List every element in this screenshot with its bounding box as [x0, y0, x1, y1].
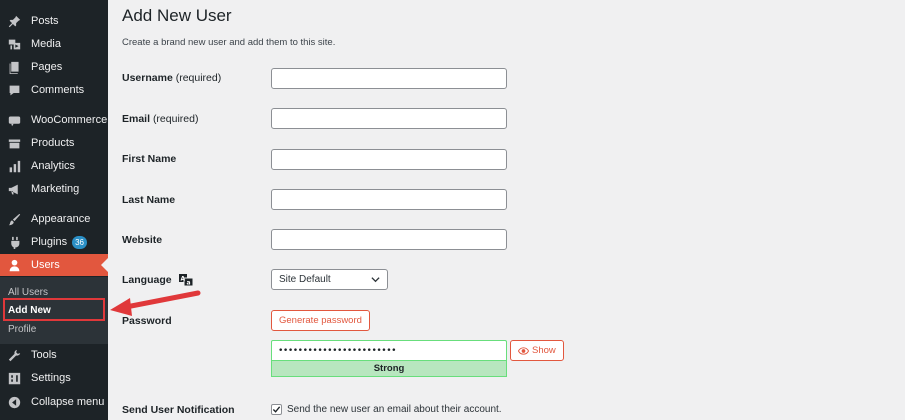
password-label: Password — [122, 315, 172, 327]
last-name-input[interactable] — [271, 189, 507, 210]
main-content: Add New User Create a brand new user and… — [108, 0, 905, 420]
first-name-input[interactable] — [271, 149, 507, 170]
notification-checkbox[interactable] — [271, 404, 282, 415]
sidebar-item-label: Analytics — [31, 160, 76, 172]
user-icon — [7, 258, 21, 272]
sidebar-item-label: Users — [31, 259, 60, 271]
sidebar-item-label: Media — [31, 38, 61, 50]
language-selected-value: Site Default — [279, 274, 331, 285]
sidebar-item-tools[interactable]: Tools — [0, 344, 108, 366]
page-description: Create a brand new user and add them to … — [122, 37, 336, 48]
page-title: Add New User — [122, 6, 232, 25]
plugin-icon — [7, 235, 21, 249]
megaphone-icon — [7, 182, 21, 196]
username-label: Username (required) — [122, 72, 221, 84]
sidebar-item-appearance[interactable]: Appearance — [0, 208, 108, 230]
sidebar-item-label: Appearance — [31, 213, 91, 225]
sidebar-item-label: Pages — [31, 61, 63, 73]
password-strength-indicator: Strong — [271, 360, 507, 377]
sidebar-item-posts[interactable]: Posts — [0, 10, 108, 32]
sidebar-item-products[interactable]: Products — [0, 132, 108, 154]
plugin-update-badge: 36 — [72, 235, 87, 249]
first-name-label: First Name — [122, 153, 177, 165]
comment-icon — [7, 83, 21, 97]
email-label-text: Email — [122, 113, 151, 125]
sidebar-item-label: Collapse menu — [31, 396, 105, 408]
show-password-button[interactable]: Show — [510, 340, 564, 361]
website-input[interactable] — [271, 229, 507, 250]
sidebar-item-plugins[interactable]: Plugins 36 — [0, 231, 108, 253]
sidebar-item-label: Comments — [31, 84, 85, 96]
sidebar-item-label: Tools — [31, 349, 57, 361]
checkmark-icon — [272, 406, 281, 413]
wrench-icon — [7, 348, 21, 362]
email-input[interactable] — [271, 108, 507, 129]
sidebar-item-analytics[interactable]: Analytics — [0, 155, 108, 177]
submenu-item-profile[interactable]: Profile — [8, 321, 36, 337]
show-password-label: Show — [532, 345, 556, 356]
sidebar-item-pages[interactable]: Pages — [0, 56, 108, 78]
sidebar-item-comments[interactable]: Comments — [0, 79, 108, 101]
language-label: Language A a — [122, 274, 193, 287]
eye-icon — [518, 346, 529, 355]
required-marker: (required) — [152, 113, 199, 125]
sidebar-item-users[interactable]: Users — [0, 254, 108, 276]
language-select[interactable]: Site Default — [271, 269, 388, 290]
media-icon — [7, 37, 21, 51]
woocommerce-icon — [7, 113, 21, 127]
collapse-icon — [7, 395, 21, 409]
notification-label: Send User Notification — [122, 404, 235, 416]
products-icon — [7, 136, 21, 150]
chevron-down-icon — [371, 277, 380, 283]
svg-text:A: A — [180, 276, 185, 283]
sidebar-item-settings[interactable]: Settings — [0, 367, 108, 389]
sidebar-item-label: Settings — [31, 372, 71, 384]
notification-option: Send the new user an email about their a… — [271, 404, 502, 415]
username-label-text: Username — [122, 72, 173, 84]
sidebar-item-label: Plugins — [31, 236, 68, 248]
sidebar-collapse-button[interactable]: Collapse menu — [0, 391, 108, 413]
svg-text:a: a — [186, 280, 190, 287]
required-marker: (required) — [175, 72, 222, 84]
admin-sidebar: Posts Media Pages Comments WooCommerce P… — [0, 0, 108, 420]
username-input[interactable] — [271, 68, 507, 89]
pin-icon — [7, 14, 21, 28]
brush-icon — [7, 212, 21, 226]
notification-checkbox-label: Send the new user an email about their a… — [287, 404, 502, 415]
sidebar-item-marketing[interactable]: Marketing — [0, 178, 108, 200]
sidebar-item-media[interactable]: Media — [0, 33, 108, 55]
password-input[interactable]: •••••••••••••••••••••••• — [271, 340, 507, 360]
translation-icon: A a — [178, 274, 193, 287]
sidebar-item-woocommerce[interactable]: WooCommerce — [0, 109, 108, 131]
last-name-label: Last Name — [122, 194, 176, 206]
settings-icon — [7, 371, 21, 385]
email-label: Email (required) — [122, 113, 198, 125]
add-new-highlight-box — [3, 298, 105, 321]
pages-icon — [7, 60, 21, 74]
sidebar-item-label: WooCommerce — [31, 114, 108, 126]
website-label: Website — [122, 234, 163, 246]
analytics-icon — [7, 159, 21, 173]
sidebar-item-label: Marketing — [31, 183, 80, 195]
language-label-text: Language — [122, 274, 172, 286]
sidebar-item-label: Products — [31, 137, 75, 149]
generate-password-button[interactable]: Generate password — [271, 310, 370, 331]
sidebar-item-label: Posts — [31, 15, 59, 27]
